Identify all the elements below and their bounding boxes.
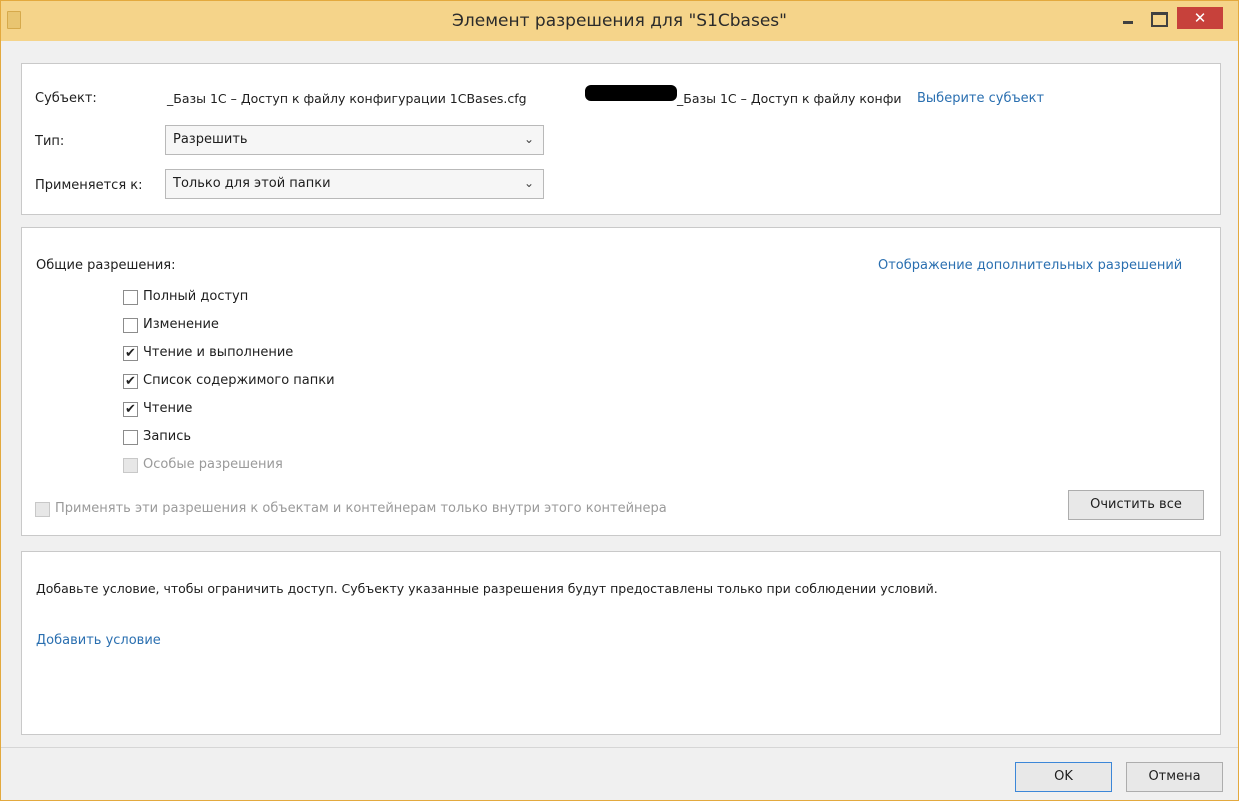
permission-label: Список содержимого папки [143, 373, 335, 388]
permission-label: Изменение [143, 317, 219, 332]
basic-permissions-label: Общие разрешения: [36, 258, 176, 273]
cancel-button[interactable]: Отмена [1126, 762, 1223, 792]
applies-to-select[interactable]: Только для этой папки ⌄ [165, 169, 544, 199]
checkbox[interactable] [123, 430, 138, 445]
apply-inside-container-label: Применять эти разрешения к объектам и ко… [55, 501, 667, 516]
checkbox[interactable]: ✔ [123, 374, 138, 389]
permission-label: Особые разрешения [143, 457, 283, 472]
ok-button[interactable]: OK [1015, 762, 1112, 792]
maximize-button[interactable] [1145, 7, 1171, 29]
checkbox[interactable] [123, 318, 138, 333]
applies-to-selected-value: Только для этой папки [173, 176, 331, 191]
clear-all-button[interactable]: Очистить все [1068, 490, 1204, 520]
conditions-description: Добавьте условие, чтобы ограничить досту… [36, 581, 938, 596]
permission-label: Полный доступ [143, 289, 249, 304]
redacted-block [585, 85, 677, 101]
principal-value: _Базы 1С – Доступ к файлу конфигурации 1… [167, 91, 527, 106]
applies-to-label: Применяется к: [35, 178, 143, 193]
type-selected-value: Разрешить [173, 132, 248, 147]
type-select[interactable]: Разрешить ⌄ [165, 125, 544, 155]
permission-label: Запись [143, 429, 192, 444]
chevron-down-icon: ⌄ [523, 176, 534, 190]
select-principal-link[interactable]: Выберите субъект [917, 91, 1044, 106]
window-title: Элемент разрешения для "S1Cbases" [452, 11, 787, 31]
footer-divider [1, 747, 1238, 748]
close-icon: ✕ [1193, 9, 1207, 27]
title-bar[interactable]: Элемент разрешения для "S1Cbases" ✕ [1, 1, 1238, 41]
checkbox[interactable]: ✔ [123, 346, 138, 361]
permission-entry-dialog: Элемент разрешения для "S1Cbases" ✕ Субъ… [0, 0, 1239, 801]
permission-label: Чтение [143, 401, 193, 416]
checkbox[interactable]: ✔ [123, 402, 138, 417]
close-button[interactable]: ✕ [1177, 7, 1223, 29]
checkbox [35, 502, 50, 517]
checkbox [123, 458, 138, 473]
add-condition-link[interactable]: Добавить условие [36, 633, 161, 648]
conditions-panel: Добавьте условие, чтобы ограничить досту… [21, 551, 1221, 735]
type-label: Тип: [35, 134, 65, 149]
principal-panel: Субъект: _Базы 1С – Доступ к файлу конфи… [21, 63, 1221, 215]
checkbox[interactable] [123, 290, 138, 305]
show-advanced-permissions-link[interactable]: Отображение дополнительных разрешений [878, 258, 1182, 273]
principal-value-trailing: _Базы 1С – Доступ к файлу конфи [677, 91, 902, 106]
chevron-down-icon: ⌄ [523, 132, 534, 146]
minimize-button[interactable] [1115, 7, 1141, 29]
principal-label: Субъект: [35, 91, 97, 106]
permissions-panel: Общие разрешения: Отображение дополнител… [21, 227, 1221, 536]
permission-label: Чтение и выполнение [143, 345, 294, 360]
